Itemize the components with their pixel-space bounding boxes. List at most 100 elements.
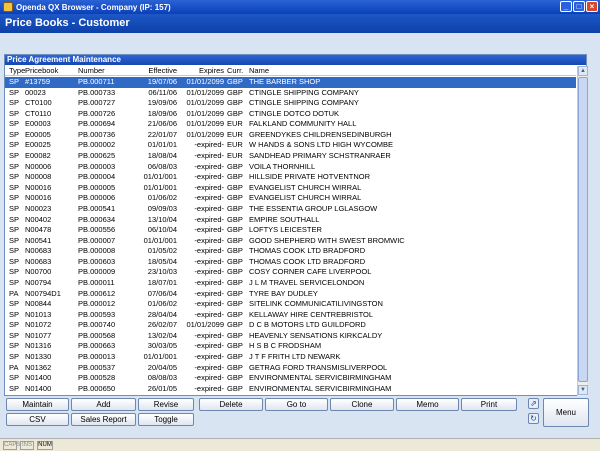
cell-curr: GBP xyxy=(227,320,243,330)
table-row[interactable]: SP E00003 PB.000694 21/06/06 01/01/2099 EUR FA… xyxy=(5,119,576,130)
table-row[interactable]: SP CT0100 PB.000727 19/09/06 01/01/2099 GBP CT… xyxy=(5,98,576,109)
table-row[interactable]: SP N00008 PB.000004 01/01/001 -expired- GBP HI… xyxy=(5,172,576,183)
cell-pricebook: N01362 xyxy=(25,362,52,372)
col-name[interactable]: Name xyxy=(249,66,269,76)
clone-button[interactable]: Clone xyxy=(330,398,394,411)
table-row[interactable]: SP N00478 PB.000556 06/10/04 -expired- GBP LOF… xyxy=(5,225,576,236)
table-row[interactable]: SP N00794 PB.000011 18/07/01 -expired- GBP J L… xyxy=(5,278,576,289)
table-row[interactable]: SP CT0110 PB.000726 18/09/06 01/01/2099 GBP CT… xyxy=(5,109,576,120)
table-row[interactable]: SP N00006 PB.000003 06/08/03 -expired- GBP VOI… xyxy=(5,162,576,173)
scroll-down-icon[interactable]: ▼ xyxy=(578,385,588,395)
cell-pricebook: N01013 xyxy=(25,309,52,319)
window-controls: _ □ × xyxy=(560,1,598,12)
cell-type: SP xyxy=(9,320,20,330)
cell-name: GETRAG FORD TRANSMISLIVERPOOL xyxy=(249,362,388,372)
table-row[interactable]: SP N00023 PB.000541 09/09/03 -expired- GBP THE… xyxy=(5,204,576,215)
memo-button[interactable]: Memo xyxy=(396,398,459,411)
cell-type: SP xyxy=(9,299,20,309)
cell-type: SP xyxy=(9,352,20,362)
pin-icon[interactable]: ⇗ xyxy=(528,398,539,409)
table-row[interactable]: SP N01400 PB.000650 26/01/05 -expired- GBP ENV… xyxy=(5,384,576,395)
minimize-icon[interactable]: _ xyxy=(560,1,572,12)
cell-name: VOILA THORNHILL xyxy=(249,161,316,171)
maintain-button[interactable]: Maintain xyxy=(6,398,69,411)
table-row[interactable]: SP N01400 PB.000528 08/08/03 -expired- GBP ENV… xyxy=(5,373,576,384)
cell-name: HILLSIDE PRIVATE HOTVENTNOR xyxy=(249,172,370,182)
delete-button[interactable]: Delete xyxy=(199,398,263,411)
cell-curr: GBP xyxy=(227,235,243,245)
table-row[interactable]: SP N00541 PB.000007 01/01/001 -expired- GBP GO… xyxy=(5,236,576,247)
cell-number: PB.000740 xyxy=(78,320,116,330)
table-row[interactable]: SP N01013 PB.000593 28/04/04 -expired- GBP KEL… xyxy=(5,310,576,321)
price-agreement-panel: Price Agreement Maintenance Type Pricebo… xyxy=(4,54,588,396)
cell-number: PB.000711 xyxy=(78,77,115,86)
cell-expires: -expired- xyxy=(194,256,224,266)
cell-effective: 18/05/04 xyxy=(147,256,177,266)
table-row[interactable]: SP E00005 PB.000736 22/01/07 01/01/2099 EUR GR… xyxy=(5,130,576,141)
table-row[interactable]: SP N01316 PB.000663 30/03/05 -expired- GBP H S… xyxy=(5,341,576,352)
col-pricebook[interactable]: Pricebook xyxy=(25,66,58,76)
refresh-icon[interactable]: ↻ xyxy=(528,413,539,424)
cell-effective: 19/09/06 xyxy=(147,98,177,108)
menu-button[interactable]: Menu xyxy=(543,398,589,427)
cell-expires: -expired- xyxy=(194,246,224,256)
table-row[interactable]: SP N00700 PB.000009 23/10/03 -expired- GBP COS… xyxy=(5,267,576,278)
cell-pricebook: N00683 xyxy=(25,256,52,266)
toggle-button[interactable]: Toggle xyxy=(138,413,194,426)
col-effective[interactable]: Effective xyxy=(142,66,177,76)
col-expires[interactable]: Expires xyxy=(181,66,224,76)
table-row[interactable]: SP N00844 PB.000012 01/06/02 -expired- GBP SIT… xyxy=(5,299,576,310)
cell-curr: GBP xyxy=(227,182,243,192)
cell-number: PB.000011 xyxy=(78,277,115,287)
table-row[interactable]: SP E00082 PB.000625 18/08/04 -expired- EUR SAN… xyxy=(5,151,576,162)
scroll-thumb[interactable] xyxy=(578,77,588,382)
table-row[interactable]: SP N01330 PB.000013 01/01/001 -expired- GBP J … xyxy=(5,352,576,363)
table-row[interactable]: SP E00025 PB.000002 01/01/01 -expired- EUR W H… xyxy=(5,140,576,151)
col-curr[interactable]: Curr. xyxy=(227,66,243,76)
goto-button[interactable]: Go to xyxy=(265,398,328,411)
page-title: Price Books - Customer xyxy=(5,17,130,29)
cell-type: SP xyxy=(9,77,20,86)
table-row[interactable]: SP N00683 PB.000603 18/05/04 -expired- GBP THO… xyxy=(5,257,576,268)
revise-button[interactable]: Revise xyxy=(138,398,194,411)
table-row[interactable]: SP N01072 PB.000740 26/02/07 01/01/2099 GBP D … xyxy=(5,320,576,331)
cell-name: CTINGLE SHIPPING COMPANY xyxy=(249,87,359,97)
table-row[interactable]: SP N00016 PB.000006 01/06/02 -expired- GBP EVA… xyxy=(5,193,576,204)
cell-expires: 01/01/2099 xyxy=(186,77,224,86)
table-row[interactable]: PA N00794D1 PB.000612 07/06/04 -expired- GBP T… xyxy=(5,289,576,300)
cell-pricebook: N00016 xyxy=(25,193,52,203)
status-caps: CAPS xyxy=(3,441,21,450)
cell-type: SP xyxy=(9,161,20,171)
cell-expires: -expired- xyxy=(194,235,224,245)
cell-number: PB.000008 xyxy=(78,246,116,256)
cell-effective: 07/06/04 xyxy=(147,288,177,298)
table-row[interactable]: SP N00016 PB.000005 01/01/001 -expired- GBP EV… xyxy=(5,183,576,194)
cell-type: SP xyxy=(9,256,20,266)
table-row[interactable]: SP 00023 PB.000733 06/11/06 01/01/2099 GBP CTI… xyxy=(5,88,576,99)
maximize-icon[interactable]: □ xyxy=(573,1,585,12)
table-row[interactable]: SP N00683 PB.000008 01/05/02 -expired- GBP THO… xyxy=(5,246,576,257)
cell-expires: -expired- xyxy=(194,352,224,362)
cell-type: SP xyxy=(9,193,20,203)
table-row[interactable]: SP N00402 PB.000634 13/10/04 -expired- GBP EMP… xyxy=(5,215,576,226)
scroll-up-icon[interactable]: ▲ xyxy=(578,66,588,76)
print-button[interactable]: Print xyxy=(461,398,517,411)
vertical-scrollbar[interactable]: ▲ ▼ xyxy=(577,66,588,396)
sales-report-button[interactable]: Sales Report xyxy=(71,413,136,426)
csv-button[interactable]: CSV xyxy=(6,413,69,426)
cell-expires: -expired- xyxy=(194,267,224,277)
close-icon[interactable]: × xyxy=(586,1,598,12)
cell-expires: -expired- xyxy=(194,341,224,351)
cell-effective: 30/03/05 xyxy=(147,341,177,351)
window-titlebar: Openda QX Browser - Company (IP: 157) _ … xyxy=(0,0,600,14)
cell-type: SP xyxy=(9,203,20,213)
cell-effective: 28/04/04 xyxy=(147,309,177,319)
col-number[interactable]: Number xyxy=(78,66,105,76)
add-button[interactable]: Add xyxy=(71,398,136,411)
table-row[interactable]: SP #13759 PB.000711 19/07/06 01/01/2099 GBP TH… xyxy=(5,77,576,88)
cell-number: PB.000625 xyxy=(78,151,116,161)
table-row[interactable]: PA N01362 PB.000537 20/04/05 -expired- GBP GET… xyxy=(5,363,576,374)
col-type[interactable]: Type xyxy=(9,66,25,76)
table-row[interactable]: SP N01077 PB.000568 13/02/04 -expired- GBP HEA… xyxy=(5,331,576,342)
cell-pricebook: N01077 xyxy=(25,330,52,340)
